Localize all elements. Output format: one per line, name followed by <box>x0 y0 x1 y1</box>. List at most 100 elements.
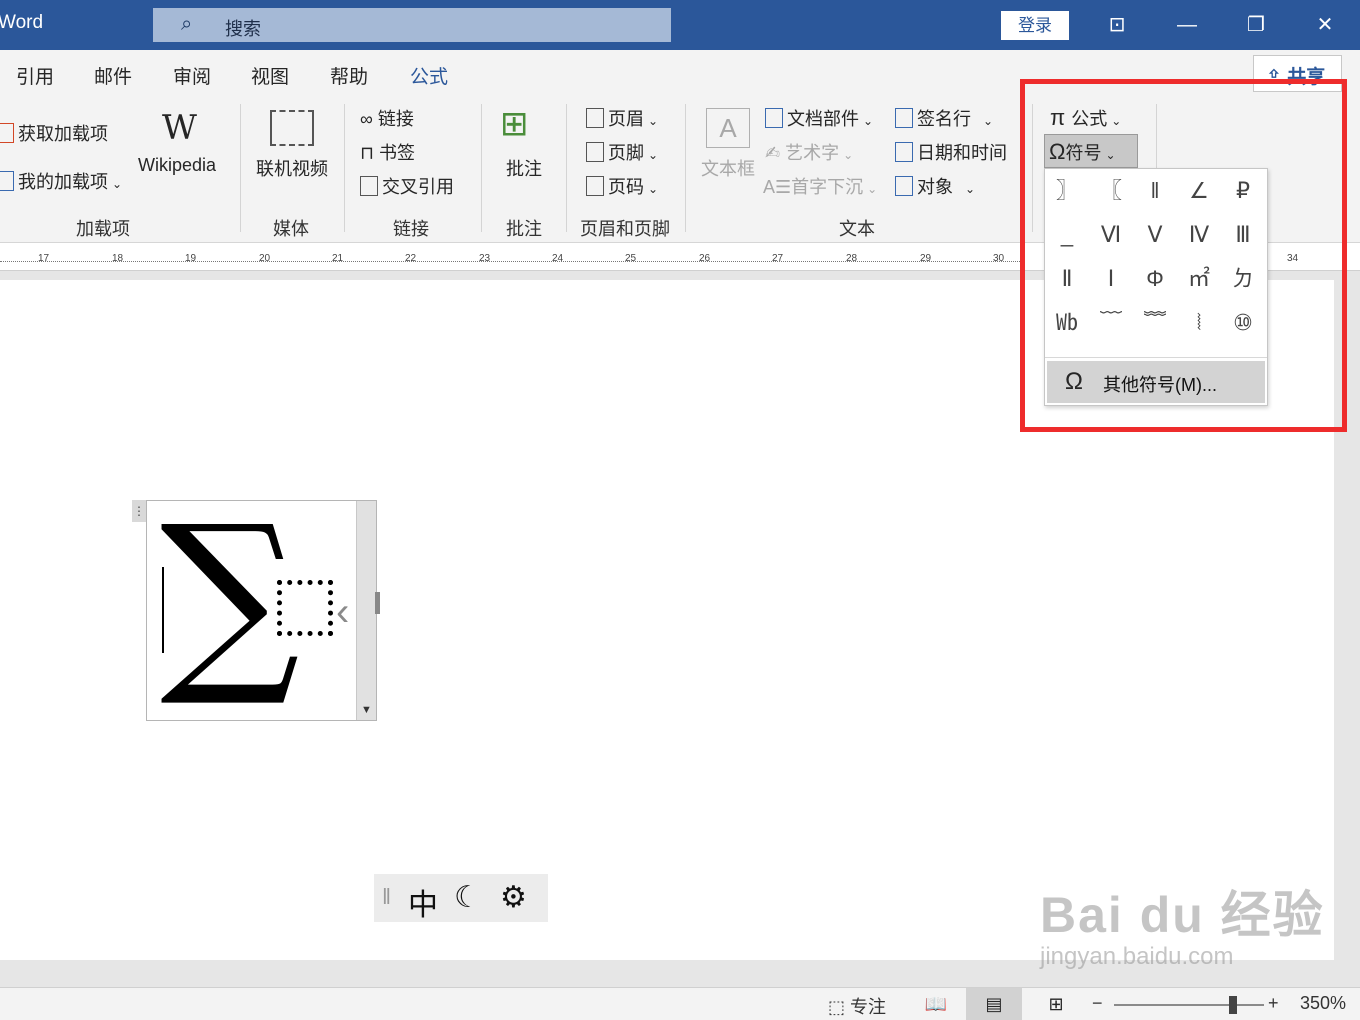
login-button[interactable]: 登录 <box>1001 11 1069 40</box>
ruler-mark: 20 <box>259 253 271 264</box>
online-video-icon <box>270 110 314 151</box>
highlight-box <box>1020 79 1347 432</box>
status-bar: ⬚ 专注 📖 ▤ ⊞ − + 350% <box>0 987 1360 1020</box>
zoom-slider[interactable] <box>1114 1004 1264 1006</box>
object-icon <box>895 176 913 196</box>
tab-references[interactable]: 引用 <box>16 62 54 89</box>
object-button[interactable]: 对象 ⌄ <box>895 173 975 199</box>
bookmark-icon: ⊓ <box>360 143 380 163</box>
dropcap-label: 首字下沉 <box>791 177 864 197</box>
gear-icon[interactable]: ⚙ <box>500 880 527 915</box>
addins-icon <box>0 171 14 191</box>
comment-button[interactable]: 批注 <box>506 155 542 181</box>
equation-handle[interactable]: ⋮ <box>132 500 146 522</box>
textbox-icon: A <box>706 108 750 148</box>
object-label: 对象 <box>917 177 953 197</box>
signature-icon <box>895 108 913 128</box>
wikipedia-button[interactable]: Wikipedia <box>138 155 216 176</box>
equation-placeholder[interactable] <box>277 580 333 636</box>
store-icon <box>0 123 14 143</box>
ruler-mark: 26 <box>699 253 711 264</box>
ruler-mark: 21 <box>332 253 344 264</box>
ime-grip-icon[interactable]: ‖ <box>382 884 391 910</box>
ruler-mark: 28 <box>846 253 858 264</box>
baidu-watermark: Bai du 经验 jingyan.baidu.com <box>1040 875 1325 971</box>
minimize-icon[interactable]: — <box>1167 8 1207 42</box>
wikipedia-icon: W <box>162 108 197 148</box>
tab-review[interactable]: 审阅 <box>173 62 211 89</box>
close-icon[interactable]: ✕ <box>1305 8 1345 42</box>
restore-icon[interactable]: ❐ <box>1236 8 1276 42</box>
tab-equation[interactable]: 公式 <box>410 62 448 89</box>
page-number-button[interactable]: 页码 ⌄ <box>586 173 658 199</box>
header-icon <box>586 108 604 128</box>
my-addins-label: 我的加载项 <box>18 172 108 192</box>
focus-icon: ⬚ <box>828 997 851 1017</box>
tab-view[interactable]: 视图 <box>251 62 289 89</box>
bookmark-button[interactable]: ⊓ 书签 <box>360 139 415 165</box>
title-bar: Word ⌕ 搜索 登录 ⊡ — ❐ ✕ <box>0 0 1360 50</box>
tab-help[interactable]: 帮助 <box>330 62 368 89</box>
ruler-mark: 27 <box>772 253 784 264</box>
get-addins-button[interactable]: 获取加载项 <box>0 120 108 146</box>
read-mode-icon[interactable]: 📖 <box>908 988 964 1020</box>
group-label-header-footer: 页眉和页脚 <box>580 219 670 239</box>
ruler-mark: 19 <box>185 253 197 264</box>
watermark-sub: jingyan.baidu.com <box>1040 943 1234 970</box>
online-video-button[interactable]: 联机视频 <box>256 155 328 181</box>
textbox-button[interactable]: 文本框 <box>701 155 755 181</box>
search-icon: ⌕ <box>181 13 193 35</box>
wordart-label: 艺术字 <box>785 143 840 163</box>
ime-toolbar: ‖ 中 ☾ ⚙ <box>374 874 548 922</box>
link-label: 链接 <box>377 109 414 129</box>
signature-label: 签名行 <box>917 109 971 129</box>
quick-parts-button[interactable]: 文档部件 ⌄ <box>765 105 873 131</box>
equation-options-icon[interactable]: ▼ <box>361 704 372 716</box>
equation-grip[interactable] <box>375 592 380 614</box>
search-placeholder: 搜索 <box>225 19 261 39</box>
group-label-links: 链接 <box>393 219 429 239</box>
ime-mode-toggle[interactable]: 中 <box>408 880 438 924</box>
focus-button[interactable]: ⬚ 专注 <box>828 993 886 1019</box>
ruler-mark: 18 <box>112 253 124 264</box>
page-number-icon <box>586 176 604 196</box>
zoom-in-icon[interactable]: + <box>1268 993 1279 1014</box>
ruler-mark: 29 <box>920 253 932 264</box>
group-label-comments: 批注 <box>506 219 542 239</box>
ruler-mark: 23 <box>479 253 491 264</box>
new-comment-icon: ⊞ <box>500 105 529 143</box>
group-label-text: 文本 <box>839 219 875 239</box>
dropcap-icon: A☰ <box>763 177 792 197</box>
crossref-label: 交叉引用 <box>382 177 454 197</box>
crossref-icon <box>360 176 378 196</box>
app-title: Word <box>0 12 44 33</box>
wordart-button[interactable]: ✍ 艺术字 ⌄ <box>765 139 853 165</box>
search-box[interactable]: ⌕ 搜索 <box>153 8 671 42</box>
ruler-mark: 17 <box>38 253 50 264</box>
header-button[interactable]: 页眉 ⌄ <box>586 105 658 131</box>
moon-icon[interactable]: ☾ <box>454 880 481 915</box>
date-time-button[interactable]: 日期和时间 <box>895 139 1007 165</box>
zoom-slider-thumb[interactable] <box>1229 996 1237 1014</box>
my-addins-button[interactable]: 我的加载项 ⌄ <box>0 168 122 194</box>
date-time-label: 日期和时间 <box>917 143 1007 163</box>
zoom-out-icon[interactable]: − <box>1092 993 1103 1014</box>
equation-options-bar[interactable]: ▼ <box>356 501 376 720</box>
dropcap-button[interactable]: A☰首字下沉 ⌄ <box>763 173 877 199</box>
tab-mailings[interactable]: 邮件 <box>94 62 132 89</box>
web-layout-icon[interactable]: ⊞ <box>1028 988 1084 1020</box>
print-layout-icon[interactable]: ▤ <box>966 988 1022 1020</box>
quick-parts-label: 文档部件 <box>787 109 859 129</box>
calendar-icon <box>895 142 913 162</box>
ruler-mark: 25 <box>625 253 637 264</box>
group-label-addins: 加载项 <box>76 219 130 239</box>
zoom-level[interactable]: 350% <box>1300 993 1346 1014</box>
left-arrow-icon: ‹ <box>336 590 350 634</box>
focus-label: 专注 <box>850 997 887 1017</box>
footer-button[interactable]: 页脚 ⌄ <box>586 139 658 165</box>
link-button[interactable]: ∞ 链接 <box>360 105 414 131</box>
crossref-button[interactable]: 交叉引用 <box>360 173 454 199</box>
ribbon-display-options-icon[interactable]: ⊡ <box>1097 8 1137 42</box>
signature-line-button[interactable]: 签名行 ⌄ <box>895 105 993 131</box>
get-addins-label: 获取加载项 <box>18 124 108 144</box>
